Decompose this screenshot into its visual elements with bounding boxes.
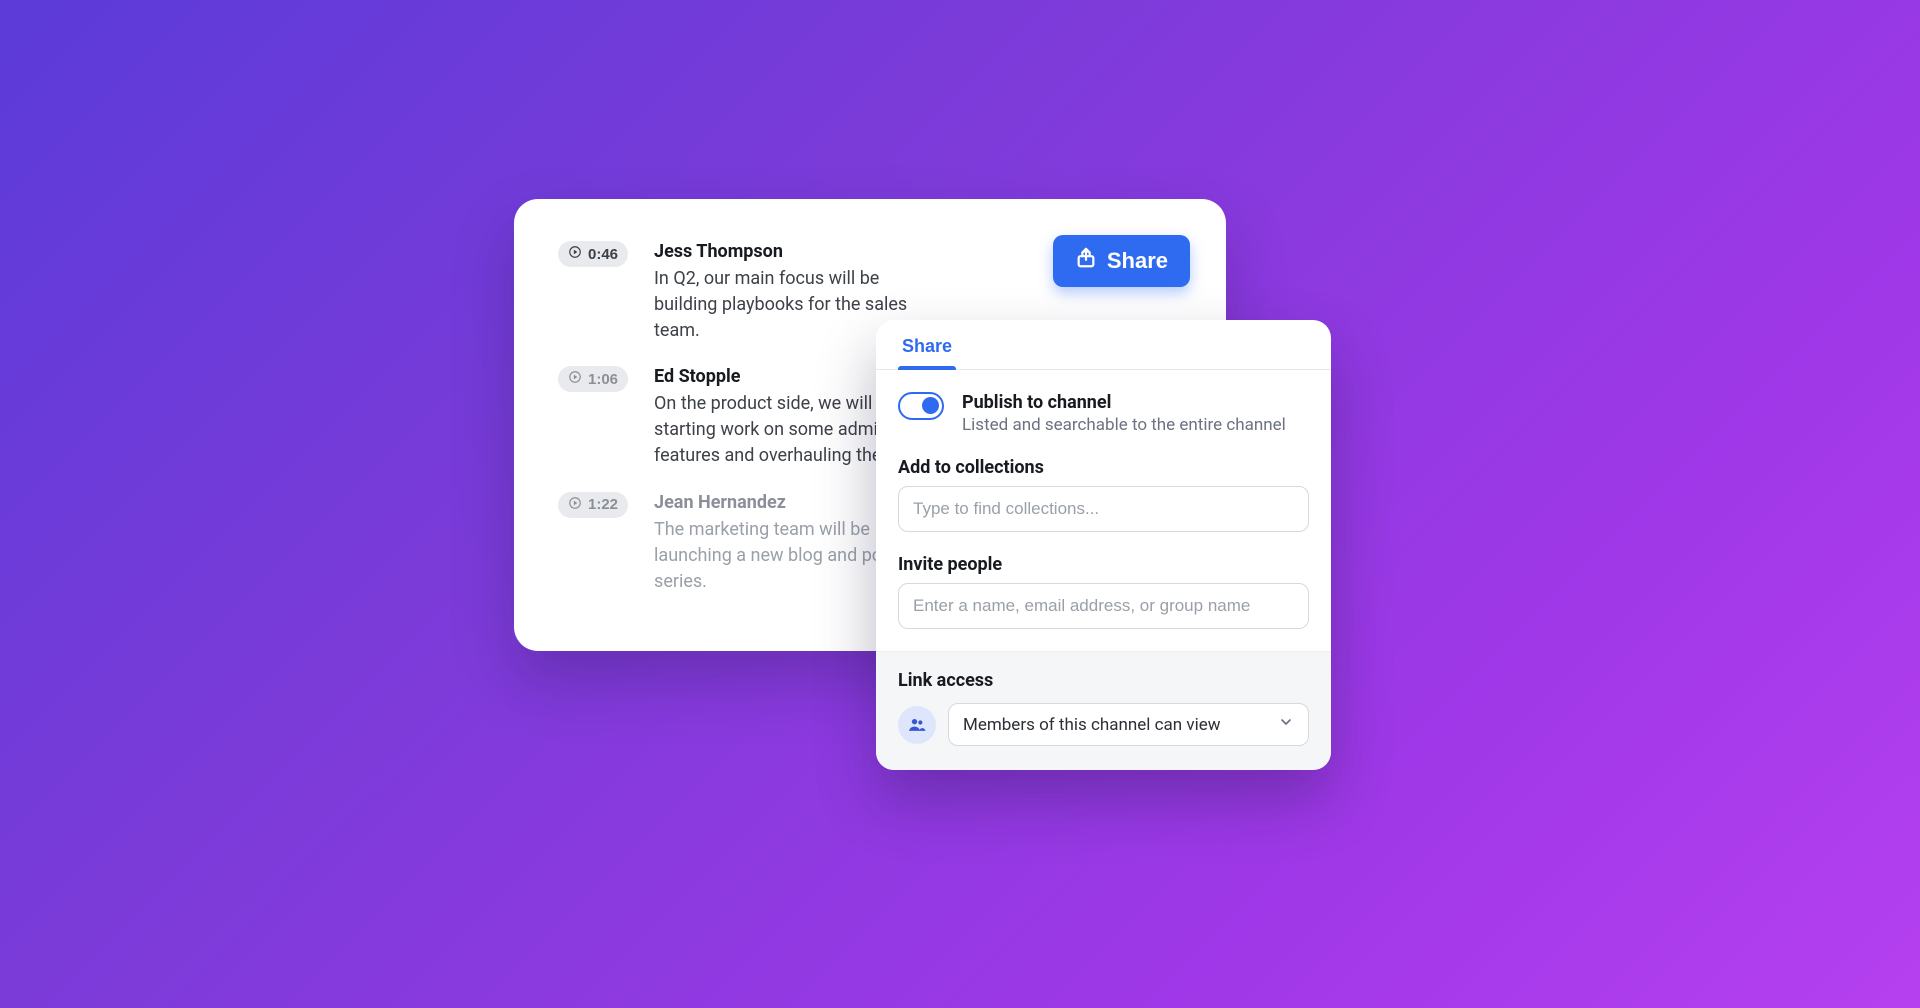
timestamp-chip[interactable]: 1:22 xyxy=(558,492,628,518)
publish-to-channel-row: Publish to channel Listed and searchable… xyxy=(898,392,1309,435)
timestamp-value: 0:46 xyxy=(588,246,618,263)
publish-toggle[interactable] xyxy=(898,392,944,420)
speaker-name: Jess Thompson xyxy=(654,241,934,262)
share-panel: Share Publish to channel Listed and sear… xyxy=(876,320,1331,770)
link-access-section: Link access Members of this channel can … xyxy=(876,651,1331,770)
share-button[interactable]: Share xyxy=(1053,235,1190,287)
play-icon xyxy=(568,496,582,514)
invite-input[interactable] xyxy=(898,583,1309,629)
toggle-knob xyxy=(922,397,939,414)
play-icon xyxy=(568,370,582,388)
link-access-selected: Members of this channel can view xyxy=(963,715,1221,735)
collections-input[interactable] xyxy=(898,486,1309,532)
invite-people-block: Invite people xyxy=(898,554,1309,629)
play-icon xyxy=(568,245,582,263)
link-access-select[interactable]: Members of this channel can view xyxy=(948,703,1309,746)
publish-title: Publish to channel xyxy=(962,392,1286,413)
tab-share[interactable]: Share xyxy=(898,320,956,369)
chevron-down-icon xyxy=(1278,714,1294,735)
share-button-label: Share xyxy=(1107,248,1168,274)
share-icon xyxy=(1075,247,1097,275)
publish-subtitle: Listed and searchable to the entire chan… xyxy=(962,415,1286,435)
people-icon xyxy=(898,706,936,744)
timestamp-value: 1:22 xyxy=(588,496,618,513)
share-tabs: Share xyxy=(876,320,1331,370)
timestamp-chip[interactable]: 1:06 xyxy=(558,366,628,392)
timestamp-chip[interactable]: 0:46 xyxy=(558,241,628,267)
link-access-label: Link access xyxy=(898,670,1309,691)
timestamp-value: 1:06 xyxy=(588,371,618,388)
add-to-collections-block: Add to collections xyxy=(898,457,1309,532)
collections-label: Add to collections xyxy=(898,457,1309,478)
invite-label: Invite people xyxy=(898,554,1309,575)
tab-share-label: Share xyxy=(902,336,952,356)
